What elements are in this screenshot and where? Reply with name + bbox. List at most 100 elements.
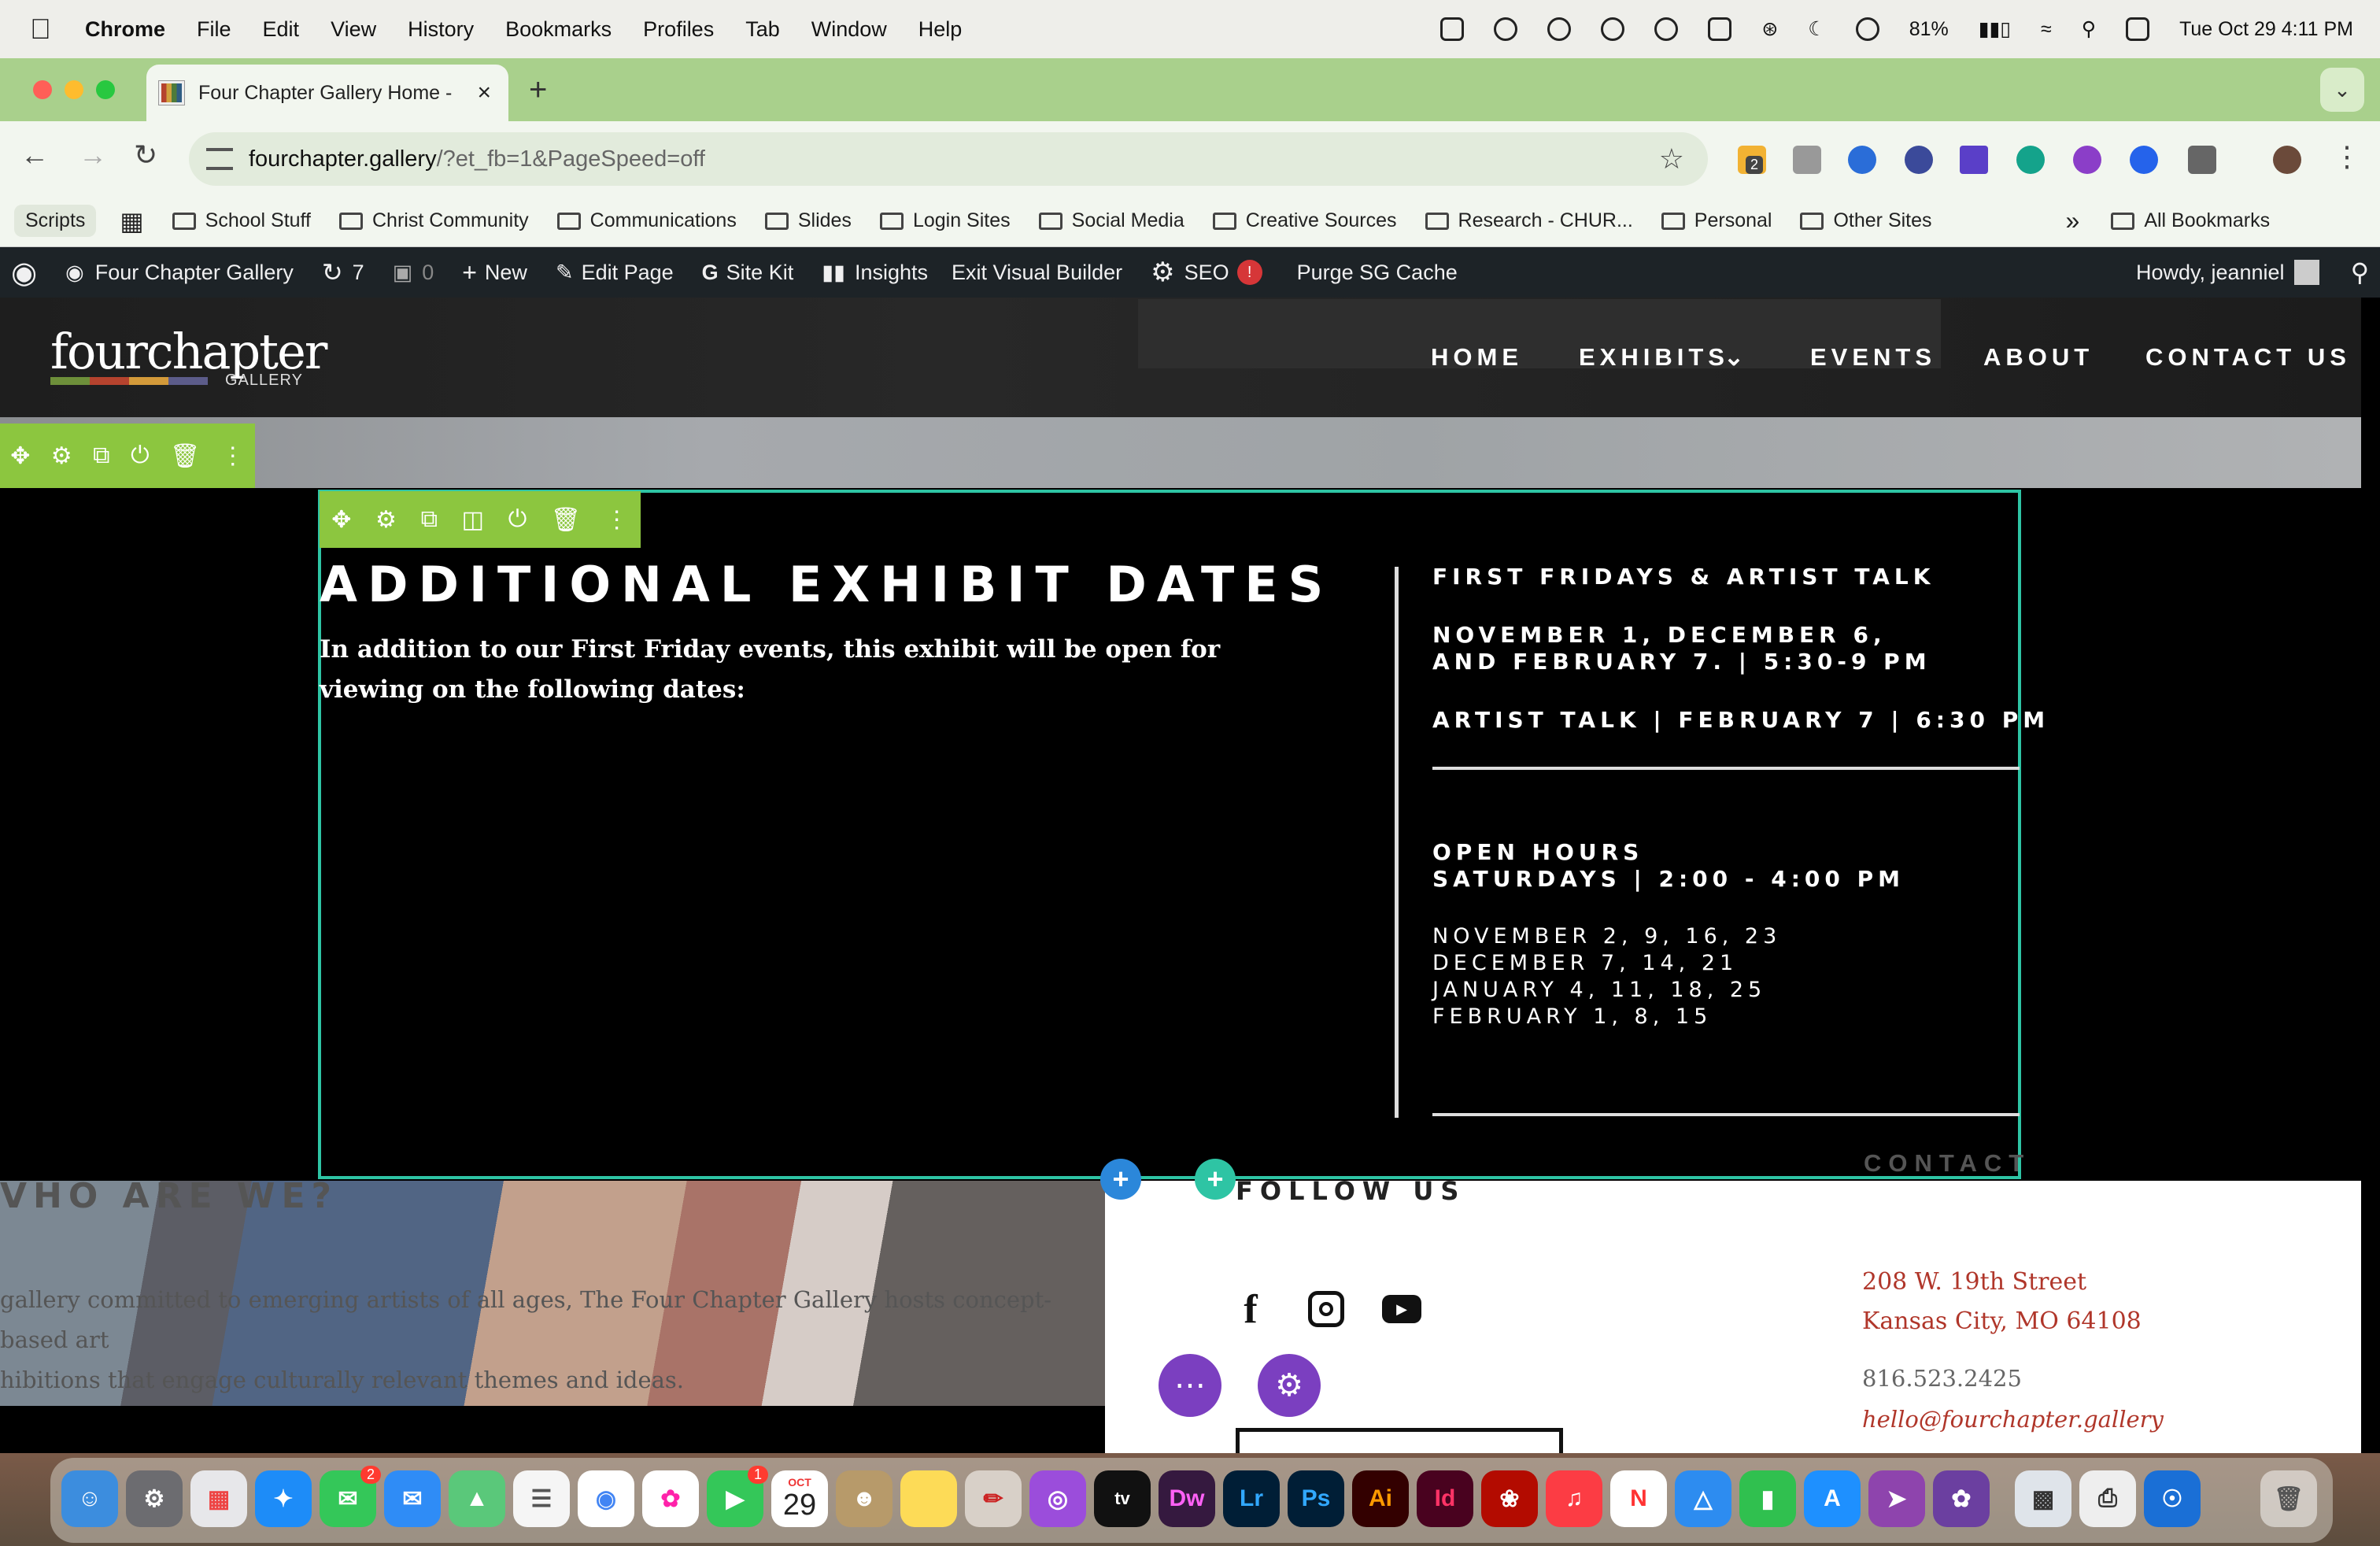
cloud-icon[interactable]	[1494, 17, 1518, 41]
save-to-library-icon[interactable]: ⏻	[508, 506, 527, 533]
settings-gear-icon[interactable]: ⚙	[51, 442, 72, 470]
system-settings-icon[interactable]: ⚙	[126, 1470, 183, 1527]
photoshop-icon[interactable]: Ps	[1288, 1470, 1344, 1527]
wp-new[interactable]: + New	[462, 258, 527, 287]
indesign-icon[interactable]: Id	[1417, 1470, 1473, 1527]
grammarly-icon[interactable]	[1601, 17, 1625, 41]
wp-purge-cache[interactable]: Purge SG Cache	[1297, 261, 1458, 285]
settings-gear-icon[interactable]: ⚙	[375, 506, 397, 534]
keynote-icon[interactable]: △	[1675, 1470, 1731, 1527]
reminders-icon[interactable]: ☰	[513, 1470, 570, 1527]
menu-window[interactable]: Window	[811, 17, 887, 42]
contacts-icon[interactable]: ☻	[836, 1470, 893, 1527]
tab-search-button[interactable]: ⌄	[2320, 68, 2364, 112]
youtube-icon[interactable]: ▶	[1380, 1288, 1423, 1330]
printer-icon[interactable]: ⎙	[2079, 1470, 2136, 1527]
clock[interactable]: Tue Oct 29 4:11 PM	[2179, 18, 2353, 41]
bookmark-folder-creative-sources[interactable]: Creative Sources	[1212, 209, 1397, 232]
move-icon[interactable]: ✥	[331, 506, 351, 534]
wp-comments[interactable]: ▣ 0	[393, 261, 434, 285]
menu-bookmarks[interactable]: Bookmarks	[505, 17, 612, 42]
bookmark-folder-research[interactable]: Research - CHUR...	[1425, 209, 1633, 232]
add-row-button[interactable]: +	[1195, 1159, 1236, 1200]
nav-exhibits[interactable]: EXHIBITS	[1579, 343, 1729, 372]
1password-icon[interactable]: ☉	[2144, 1470, 2201, 1527]
wp-site-name[interactable]: ◉ Four Chapter Gallery	[65, 261, 294, 285]
apple-icon[interactable]: 	[30, 13, 61, 46]
bookmark-folder-social-media[interactable]: Social Media	[1038, 209, 1184, 232]
menu-file[interactable]: File	[197, 17, 231, 42]
bookmarks-overflow-button[interactable]: »	[2066, 206, 2080, 235]
airdrop-icon[interactable]	[1855, 17, 1879, 41]
nav-contact-us[interactable]: CONTACT US	[2145, 343, 2351, 372]
maps-icon[interactable]: ▲	[449, 1470, 505, 1527]
site-info-icon[interactable]	[206, 148, 233, 170]
trash-icon[interactable]: 🗑	[551, 506, 581, 534]
calendar-icon[interactable]: OCT 29	[771, 1470, 828, 1527]
bluetooth-icon[interactable]: ⊛	[1761, 17, 1778, 41]
browser-tab[interactable]: Four Chapter Gallery Home - ×	[146, 65, 508, 121]
grammarly-extension-icon[interactable]	[2016, 146, 2045, 174]
sidebar-icon[interactable]	[1708, 17, 1732, 41]
finder-icon[interactable]: ☺	[61, 1470, 118, 1527]
facebook-icon[interactable]: f	[1229, 1287, 1272, 1332]
safari-icon[interactable]: ✦	[255, 1470, 312, 1527]
music-icon[interactable]: ♫	[1546, 1470, 1602, 1527]
duplicate-icon[interactable]: ⧉	[93, 442, 109, 469]
bookmark-folder-christ-community[interactable]: Christ Community	[339, 209, 529, 232]
numbers-icon[interactable]: ▮	[1739, 1470, 1796, 1527]
page-settings-more-button[interactable]: ⋯	[1159, 1354, 1221, 1417]
menu-app-name[interactable]: Chrome	[85, 17, 165, 42]
chevron-down-icon[interactable]: ⌄	[1724, 343, 1744, 372]
chrome-menu-icon[interactable]: ⋮	[2333, 140, 2361, 173]
wp-exit-visual-builder[interactable]: Exit Visual Builder	[952, 261, 1122, 285]
profile-avatar[interactable]	[2273, 146, 2301, 174]
launchpad-icon[interactable]: ▦	[190, 1470, 247, 1527]
podcasts-icon[interactable]: ◎	[1029, 1470, 1086, 1527]
spotlight-icon[interactable]: ⚲	[2082, 17, 2096, 41]
menu-help[interactable]: Help	[918, 17, 963, 42]
more-options-icon[interactable]: ⋮	[605, 506, 629, 534]
battery-icon[interactable]: ▮▮▯	[1979, 17, 2011, 41]
iq-extension-icon[interactable]	[1848, 146, 1876, 174]
lightroom-icon[interactable]: Lr	[1223, 1470, 1280, 1527]
gallery-email[interactable]: hello@fourchapter.gallery	[1862, 1406, 2164, 1433]
wp-seo[interactable]: ⚙ SEO!	[1151, 257, 1262, 288]
notes-icon[interactable]	[900, 1470, 957, 1527]
bookmark-star-icon[interactable]: ☆	[1659, 142, 1684, 176]
bookmark-folder-other-sites[interactable]: Other Sites	[1800, 209, 1932, 232]
zoom-window-button[interactable]	[96, 80, 115, 99]
nav-events[interactable]: EVENTS	[1810, 343, 1936, 372]
camera-extension-icon[interactable]	[1793, 146, 1821, 174]
instagram-icon[interactable]	[1305, 1288, 1347, 1330]
menu-profiles[interactable]: Profiles	[643, 17, 714, 42]
move-icon[interactable]: ✥	[10, 442, 30, 470]
more-options-icon[interactable]: ⋮	[221, 442, 245, 470]
wifi-icon[interactable]: ≈	[2041, 18, 2052, 41]
apple-tv-icon[interactable]: tv	[1094, 1470, 1151, 1527]
add-section-button[interactable]: +	[1100, 1159, 1141, 1200]
bookmark-folder-personal[interactable]: Personal	[1661, 209, 1772, 232]
url-text[interactable]: fourchapter.gallery/?et_fb=1&PageSpeed=o…	[249, 146, 705, 172]
zoom-extension-icon[interactable]	[2130, 146, 2158, 174]
save-to-library-icon[interactable]: ⏻	[131, 442, 150, 469]
mail-icon[interactable]: ✉	[384, 1470, 441, 1527]
back-button[interactable]: ←	[20, 139, 49, 172]
close-tab-icon[interactable]: ×	[477, 80, 491, 106]
cursor-app-icon[interactable]: ➤	[1868, 1470, 1925, 1527]
close-window-button[interactable]	[33, 80, 52, 99]
photos-icon[interactable]: ✿	[642, 1470, 699, 1527]
wp-howdy[interactable]: Howdy, jeanniel	[2136, 260, 2319, 285]
menu-history[interactable]: History	[408, 17, 474, 42]
gallery-phone[interactable]: 816.523.2425	[1862, 1365, 2022, 1392]
time-machine-icon[interactable]	[1654, 17, 1679, 41]
menu-tab[interactable]: Tab	[745, 17, 780, 42]
at-icon[interactable]	[1547, 17, 1572, 41]
wp-edit-page[interactable]: ✎ Edit Page	[556, 261, 674, 285]
minimize-window-button[interactable]	[65, 80, 83, 99]
trash-bin-icon[interactable]: 🗑	[2260, 1470, 2317, 1527]
gallery-address[interactable]: 208 W. 19th Street Kansas City, MO 64108	[1862, 1263, 2142, 1341]
duplicate-icon[interactable]: ⧉	[421, 506, 438, 533]
nav-about[interactable]: ABOUT	[1983, 343, 2094, 372]
site-logo[interactable]: fourchapter GALLERY	[50, 323, 327, 389]
